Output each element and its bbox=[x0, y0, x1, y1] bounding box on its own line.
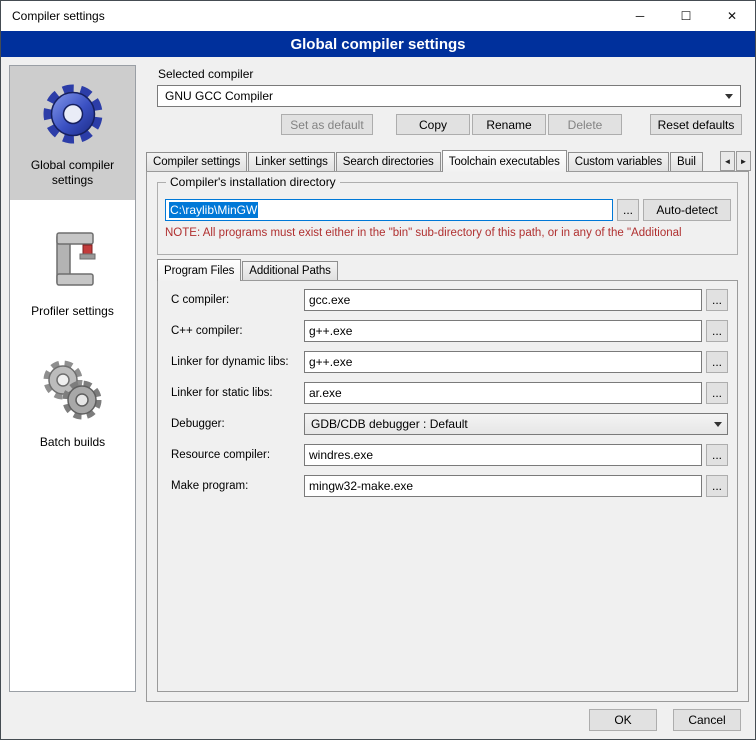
field-row-make-program: Make program: ... bbox=[171, 475, 728, 497]
tab-custom-variables[interactable]: Custom variables bbox=[568, 152, 669, 171]
program-files-panel: C compiler: ... C++ compiler: ... Linker… bbox=[157, 280, 738, 692]
sidebar: Global compiler settings Profiler settin… bbox=[9, 65, 136, 692]
field-row-cpp-compiler: C++ compiler: ... bbox=[171, 320, 728, 342]
chevron-down-icon bbox=[714, 422, 722, 427]
banner-title: Global compiler settings bbox=[290, 36, 465, 53]
field-row-static-linker: Linker for static libs: ... bbox=[171, 382, 728, 404]
selected-compiler-label: Selected compiler bbox=[158, 67, 253, 81]
set-as-default-button[interactable]: Set as default bbox=[281, 114, 373, 135]
subtab-label: Program Files bbox=[164, 265, 234, 277]
field-row-dynamic-linker: Linker for dynamic libs: ... bbox=[171, 351, 728, 373]
sidebar-item-global-compiler-settings[interactable]: Global compiler settings bbox=[10, 66, 135, 200]
subtab-label: Additional Paths bbox=[249, 265, 331, 277]
minimize-icon: ─ bbox=[636, 9, 645, 23]
installation-directory-group-title: Compiler's installation directory bbox=[166, 175, 340, 189]
sidebar-item-batch-builds[interactable]: Batch builds bbox=[10, 343, 135, 462]
selected-compiler-combobox[interactable]: GNU GCC Compiler bbox=[157, 85, 741, 107]
ok-button[interactable]: OK bbox=[589, 709, 657, 731]
close-icon: ✕ bbox=[727, 9, 737, 23]
tab-toolchain-executables[interactable]: Toolchain executables bbox=[442, 150, 567, 172]
chevron-down-icon bbox=[725, 94, 733, 99]
install-dir-note: NOTE: All programs must exist either in … bbox=[165, 227, 735, 239]
make-program-input[interactable] bbox=[304, 475, 702, 497]
subtab-additional-paths[interactable]: Additional Paths bbox=[242, 261, 338, 280]
static-linker-input[interactable] bbox=[304, 382, 702, 404]
tab-label: Compiler settings bbox=[153, 156, 240, 168]
c-compiler-browse-button[interactable]: ... bbox=[706, 289, 728, 311]
tab-compiler-settings[interactable]: Compiler settings bbox=[146, 152, 247, 171]
installation-directory-row: C:\raylib\MinGW ... Auto-detect bbox=[165, 199, 731, 221]
resource-compiler-browse-button[interactable]: ... bbox=[706, 444, 728, 466]
install-dir-input[interactable]: C:\raylib\MinGW bbox=[165, 199, 613, 221]
dialog-banner: Global compiler settings bbox=[1, 31, 755, 57]
dynamic-linker-browse-button[interactable]: ... bbox=[706, 351, 728, 373]
install-dir-browse-button[interactable]: ... bbox=[617, 199, 639, 221]
dynamic-linker-input[interactable] bbox=[304, 351, 702, 373]
toolchain-executables-panel: Compiler's installation directory C:\ray… bbox=[146, 171, 749, 702]
selected-compiler-value: GNU GCC Compiler bbox=[165, 89, 725, 103]
sidebar-item-label: Batch builds bbox=[40, 435, 105, 450]
make-program-label: Make program: bbox=[171, 480, 304, 492]
debugger-select[interactable]: GDB/CDB debugger : Default bbox=[304, 413, 728, 435]
debugger-value: GDB/CDB debugger : Default bbox=[311, 417, 709, 431]
cpp-compiler-browse-button[interactable]: ... bbox=[706, 320, 728, 342]
maximize-icon: ☐ bbox=[681, 9, 692, 23]
subtab-program-files[interactable]: Program Files bbox=[157, 259, 241, 281]
installation-directory-group: Compiler's installation directory C:\ray… bbox=[157, 182, 738, 255]
resource-compiler-input[interactable] bbox=[304, 444, 702, 466]
tab-scroll-buttons: ◄ ► bbox=[720, 151, 751, 171]
compiler-settings-dialog: Compiler settings ─ ☐ ✕ Global compiler … bbox=[0, 0, 756, 740]
window-title: Compiler settings bbox=[1, 9, 105, 23]
tab-build-options[interactable]: Buil bbox=[670, 152, 703, 171]
c-compiler-input[interactable] bbox=[304, 289, 702, 311]
static-linker-label: Linker for static libs: bbox=[171, 387, 304, 399]
sidebar-item-profiler-settings[interactable]: Profiler settings bbox=[10, 212, 135, 331]
compiler-buttons-row: Set as default Copy Rename Delete Reset … bbox=[157, 114, 742, 135]
copy-button[interactable]: Copy bbox=[396, 114, 470, 135]
sidebar-item-label: Profiler settings bbox=[31, 304, 114, 319]
settings-tabs: Compiler settings Linker settings Search… bbox=[146, 150, 721, 172]
dynamic-linker-label: Linker for dynamic libs: bbox=[171, 356, 304, 368]
close-button[interactable]: ✕ bbox=[709, 1, 755, 31]
sidebar-item-label: Global compiler settings bbox=[13, 158, 132, 188]
debugger-combo-button[interactable] bbox=[709, 414, 727, 434]
static-linker-browse-button[interactable]: ... bbox=[706, 382, 728, 404]
tab-scroll-right-button[interactable]: ► bbox=[736, 151, 751, 171]
tab-label: Custom variables bbox=[575, 156, 662, 168]
field-row-resource-compiler: Resource compiler: ... bbox=[171, 444, 728, 466]
program-files-subtabs: Program Files Additional Paths bbox=[157, 259, 339, 281]
batch-builds-icon bbox=[36, 353, 110, 427]
tab-label: Toolchain executables bbox=[449, 156, 560, 168]
tab-search-directories[interactable]: Search directories bbox=[336, 152, 441, 171]
minimize-button[interactable]: ─ bbox=[617, 1, 663, 31]
resource-compiler-label: Resource compiler: bbox=[171, 449, 304, 461]
cancel-button[interactable]: Cancel bbox=[673, 709, 741, 731]
tab-label: Linker settings bbox=[255, 156, 328, 168]
rename-button[interactable]: Rename bbox=[472, 114, 546, 135]
window-controls: ─ ☐ ✕ bbox=[617, 1, 755, 31]
tab-linker-settings[interactable]: Linker settings bbox=[248, 152, 335, 171]
tab-label: Buil bbox=[677, 156, 696, 168]
arrow-right-icon: ► bbox=[740, 157, 748, 166]
field-row-c-compiler: C compiler: ... bbox=[171, 289, 728, 311]
delete-button[interactable]: Delete bbox=[548, 114, 622, 135]
c-compiler-label: C compiler: bbox=[171, 294, 304, 306]
tab-scroll-left-button[interactable]: ◄ bbox=[720, 151, 735, 171]
gear-icon bbox=[36, 76, 110, 150]
field-row-debugger: Debugger: GDB/CDB debugger : Default bbox=[171, 413, 728, 435]
reset-defaults-button[interactable]: Reset defaults bbox=[650, 114, 742, 135]
debugger-label: Debugger: bbox=[171, 418, 304, 430]
maximize-button[interactable]: ☐ bbox=[663, 1, 709, 31]
make-program-browse-button[interactable]: ... bbox=[706, 475, 728, 497]
titlebar: Compiler settings ─ ☐ ✕ bbox=[1, 1, 755, 31]
cpp-compiler-label: C++ compiler: bbox=[171, 325, 304, 337]
tab-label: Search directories bbox=[343, 156, 434, 168]
install-dir-selected-text: C:\raylib\MinGW bbox=[169, 202, 258, 218]
profiler-icon bbox=[36, 222, 110, 296]
cpp-compiler-input[interactable] bbox=[304, 320, 702, 342]
auto-detect-button[interactable]: Auto-detect bbox=[643, 199, 731, 221]
arrow-left-icon: ◄ bbox=[724, 157, 732, 166]
